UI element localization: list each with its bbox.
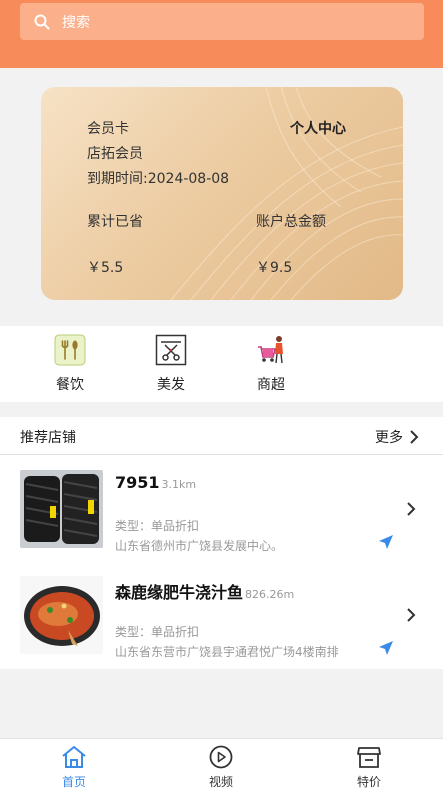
more-label: 更多 xyxy=(375,430,403,446)
personal-center-link[interactable]: 个人中心 xyxy=(290,118,346,138)
card-title: 会员卡 xyxy=(87,121,129,137)
shop-type: 类型：单品折扣 xyxy=(115,625,200,639)
search-input[interactable]: 搜索 xyxy=(62,12,90,32)
shop-name: 森鹿缘肥牛浇汁鱼 826.26m xyxy=(115,579,294,603)
shop-address: 山东省东营市广饶县宇通君悦广场4楼南排 xyxy=(115,645,339,659)
shop-item[interactable]: 森鹿缘肥牛浇汁鱼 826.26m 类型：单品折扣 山东省东营市广饶县宇通君悦广场4… xyxy=(0,576,443,676)
supermarket-icon xyxy=(258,336,283,364)
balance-label: 账户总金额 xyxy=(256,214,326,230)
chevron-right-icon xyxy=(407,502,416,516)
shop-name: 7951 3.1km xyxy=(115,473,196,492)
tab-label: 首页 xyxy=(61,775,86,789)
navigate-icon[interactable] xyxy=(378,534,394,550)
shop-item[interactable]: 7951 3.1km 类型：单品折扣 山东省德州市广饶县发展中心。 xyxy=(0,470,443,570)
shop-name-text: 7951 xyxy=(115,473,160,492)
shop-address: 山东省德州市广饶县发展中心。 xyxy=(115,539,284,553)
category-hairdressing[interactable]: 美发 xyxy=(141,334,201,394)
tab-label: 特价 xyxy=(356,775,381,789)
category-label: 商超 xyxy=(257,377,285,393)
hairdressing-icon xyxy=(155,334,187,366)
bottom-tab-bar: 首页 视频 特价 xyxy=(0,738,443,793)
category-label: 美发 xyxy=(157,377,185,393)
expire-date: 到期时间:2024-08-08 xyxy=(87,171,230,187)
chevron-right-icon xyxy=(407,608,416,622)
shop-type: 类型：单品折扣 xyxy=(115,519,200,533)
member-card[interactable]: 会员卡 个人中心 店拓会员 到期时间:2024-08-08 累计已省 账户总金额… xyxy=(41,87,403,300)
shop-image-tires xyxy=(20,470,103,548)
recommended-shops: 推荐店铺 更多 7951 3.1km 类型：单品折扣 山东省德州市广饶县发展中心。 xyxy=(0,417,443,669)
home-icon xyxy=(62,746,86,768)
shop-distance: 826.26m xyxy=(245,588,295,601)
more-button[interactable]: 更多 xyxy=(375,427,419,447)
chevron-right-icon xyxy=(410,430,419,444)
play-icon xyxy=(209,745,233,769)
tab-home[interactable]: 首页 xyxy=(44,745,104,790)
store-icon xyxy=(357,747,381,768)
tab-video[interactable]: 视频 xyxy=(191,745,251,790)
category-dining[interactable]: 餐饮 xyxy=(40,334,100,394)
saved-value: ￥5.5 xyxy=(87,260,124,276)
store-member-label: 店拓会员 xyxy=(87,146,143,162)
balance-value: ￥9.5 xyxy=(256,260,293,276)
shops-title: 推荐店铺 xyxy=(20,430,76,446)
shop-name-text: 森鹿缘肥牛浇汁鱼 xyxy=(115,583,244,602)
shops-header: 推荐店铺 更多 xyxy=(0,417,443,455)
navigate-icon[interactable] xyxy=(378,640,394,656)
shop-distance: 3.1km xyxy=(161,478,197,491)
search-icon xyxy=(34,14,50,30)
shop-image-fish xyxy=(20,576,103,654)
search-bar[interactable]: 搜索 xyxy=(20,3,424,40)
tab-label: 视频 xyxy=(208,775,233,789)
category-label: 餐饮 xyxy=(56,377,84,393)
category-section: 餐饮 美发 商超 xyxy=(0,326,443,402)
saved-label: 累计已省 xyxy=(87,214,143,230)
dining-icon xyxy=(54,334,86,366)
tab-special-offer[interactable]: 特价 xyxy=(339,745,399,790)
category-supermarket[interactable]: 商超 xyxy=(241,334,301,394)
